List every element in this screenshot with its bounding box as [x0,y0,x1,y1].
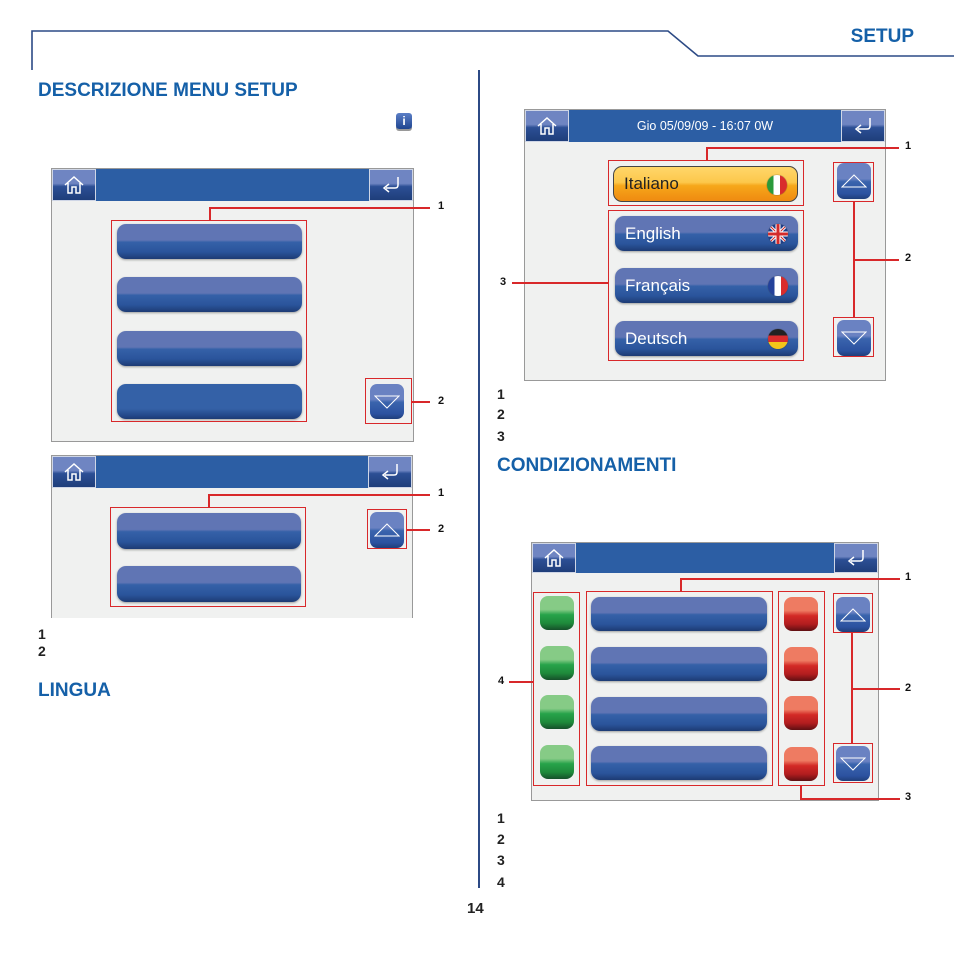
callout-2: 2 [905,682,912,694]
return-arrow-icon [382,177,399,193]
home-icon [64,175,84,194]
page-frame [31,30,954,70]
return-arrow-icon [847,550,864,566]
legend-item-3: 3 [497,852,505,868]
callout-1: 1 [438,487,445,499]
highlight-box-2 [365,378,412,424]
highlight-box-4 [533,592,580,786]
callout-2: 2 [438,523,445,535]
status-text: Gio 05/09/09 - 16:07 0W [636,119,774,133]
highlight-box-1 [110,507,306,607]
callout-1: 1 [438,200,445,212]
highlight-box-2a [833,162,874,202]
page-title: DESCRIZIONE MENU SETUP [38,80,298,101]
home-button[interactable] [532,543,576,573]
top-bar [532,543,878,573]
legend-item-1: 1 [497,386,505,402]
callout-2: 2 [438,395,445,407]
back-button[interactable] [369,169,413,201]
legend-item-4: 4 [497,874,505,890]
home-icon [64,462,84,481]
highlight-box-3 [778,591,825,786]
legend-item-2: 2 [497,831,505,847]
legend-item-3: 3 [497,428,505,444]
home-button[interactable] [52,169,96,201]
home-icon [544,548,564,567]
back-button[interactable] [834,543,878,573]
info-icon: i [396,113,412,129]
callout-1: 1 [905,140,912,152]
highlight-box-1 [111,220,307,422]
highlight-box-3 [608,210,804,361]
callout-2: 2 [905,252,912,264]
highlight-box-2 [367,509,407,549]
top-bar: Gio 05/09/09 - 16:07 0W [525,110,885,142]
return-arrow-icon [854,118,871,134]
highlight-box-2b [833,743,873,783]
back-button[interactable] [368,456,412,488]
home-button[interactable] [52,456,96,488]
legend-item-1: 1 [38,626,46,642]
section-title-condizionamenti: CONDIZIONAMENTI [497,455,677,476]
top-bar [52,169,413,201]
legend-item-2: 2 [38,643,46,659]
callout-1: 1 [905,571,912,583]
legend-item-1: 1 [497,810,505,826]
home-button[interactable] [525,110,569,142]
home-icon [537,116,557,135]
back-button[interactable] [841,110,885,142]
return-arrow-icon [381,464,398,480]
top-bar [52,456,412,488]
section-title-lingua: LINGUA [38,680,111,701]
callout-3: 3 [500,276,507,288]
callout-4: 4 [498,675,505,687]
page-number: 14 [467,900,484,917]
highlight-box-1 [586,591,773,786]
legend-item-2: 2 [497,406,505,422]
callout-3: 3 [905,791,912,803]
highlight-box-2a [833,593,873,633]
column-divider [478,70,480,888]
highlight-box-2b [833,317,874,357]
highlight-box-1 [608,160,804,206]
section-label: SETUP [850,26,914,47]
